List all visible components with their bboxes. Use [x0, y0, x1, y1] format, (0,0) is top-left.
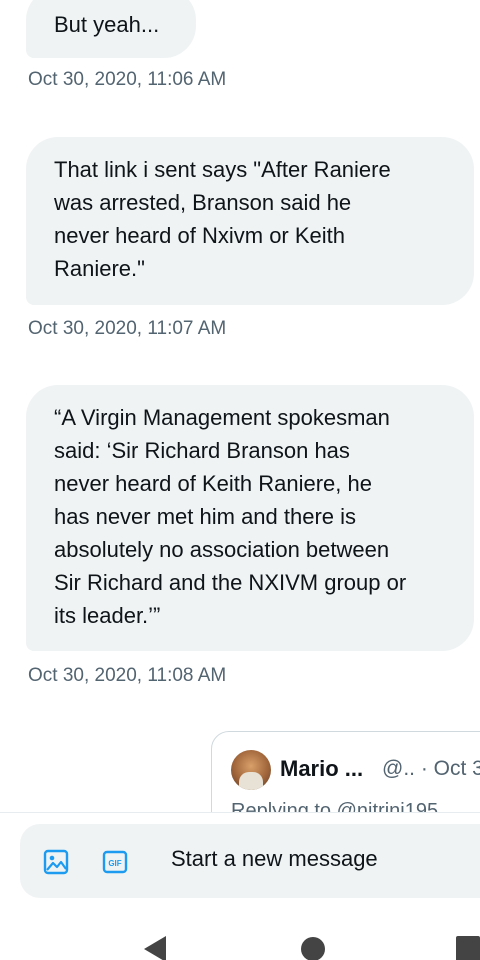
message-bubble[interactable]: “A Virgin Management spokesman said: ‘Si… [26, 385, 474, 651]
back-icon[interactable] [140, 934, 168, 960]
image-icon[interactable] [42, 848, 70, 876]
avatar[interactable] [231, 750, 271, 790]
dm-conversation-screen: But yeah... Oct 30, 2020, 11:06 AM That … [0, 0, 480, 960]
message-timestamp: Oct 30, 2020, 11:07 AM [28, 318, 227, 339]
home-icon[interactable] [300, 936, 326, 960]
quoted-tweet-author-name: Mario ... [280, 756, 364, 781]
message-timestamp: Oct 30, 2020, 11:06 AM [28, 69, 227, 90]
recents-icon[interactable] [456, 936, 480, 960]
quoted-tweet-handle-date: @.. · Oct 3 [382, 757, 480, 780]
message-timestamp: Oct 30, 2020, 11:08 AM [28, 665, 227, 686]
svg-text:GIF: GIF [108, 859, 121, 868]
message-input[interactable]: Start a new message [171, 846, 378, 872]
message-bubble[interactable]: But yeah... [26, 0, 196, 58]
system-navigation-bar [0, 916, 480, 960]
gif-icon[interactable]: GIF [101, 848, 129, 876]
message-bubble[interactable]: That link i sent says "After Raniere was… [26, 137, 474, 305]
